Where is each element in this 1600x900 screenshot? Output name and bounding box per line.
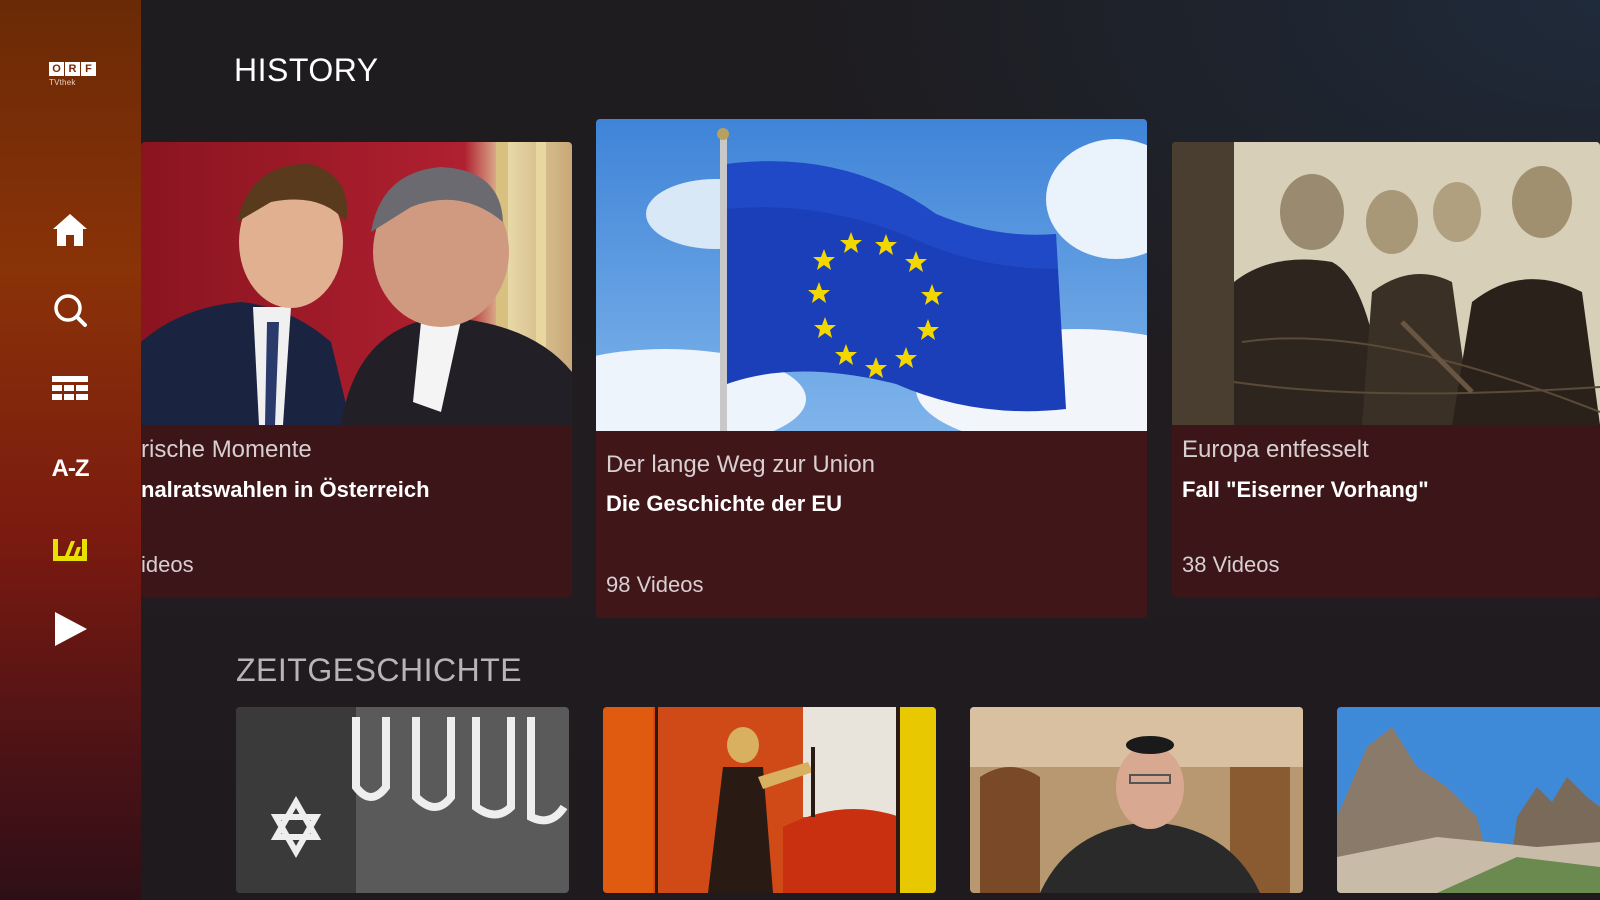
orf-logo[interactable]: O R F TVthek [49, 62, 97, 94]
elderly-man-photo [970, 707, 1303, 893]
card-vorhang-subtitle: Fall "Eiserner Vorhang" [1182, 477, 1429, 502]
graffiti-bw-photo [236, 707, 569, 893]
zeit-thumb-2[interactable] [603, 707, 936, 893]
card-wahlen-thumbnail [141, 142, 572, 425]
nav-play[interactable] [46, 605, 94, 653]
card-wahlen-count: ideos [141, 552, 194, 577]
nav-live[interactable] [46, 525, 94, 573]
az-label: A-Z [51, 455, 90, 482]
section-title-zeitgeschichte: ZEITGESCHICHTE [236, 652, 523, 688]
schedule-grid-icon [52, 376, 88, 400]
card-wahlen-subtitle: nalratswahlen in Österreich [141, 477, 430, 502]
nav-program[interactable] [46, 364, 94, 412]
card-wahlen[interactable]: rische Momente nalratswahlen in Österrei… [141, 142, 572, 598]
nav-search[interactable] [46, 286, 94, 334]
live-bars-icon [53, 539, 87, 561]
historic-crowd-photo [1172, 142, 1600, 425]
logo-letter-f: F [81, 62, 96, 76]
card-eiserner-vorhang[interactable]: Europa entfesselt Fall "Eiserner Vorhang… [1172, 142, 1600, 598]
card-vorhang-title: Europa entfesselt [1182, 436, 1369, 463]
card-vorhang-thumbnail [1172, 142, 1600, 425]
card-eu-thumbnail [596, 119, 1147, 449]
card-eu-subtitle: Die Geschichte der EU [606, 491, 842, 516]
card-eu-count: 98 Videos [606, 572, 704, 597]
card-wahlen-title: rische Momente [141, 436, 312, 463]
mountains-photo [1337, 707, 1600, 893]
home-icon [53, 214, 87, 246]
nav-az[interactable]: A-Z [46, 445, 94, 493]
card-eu-union[interactable]: Der lange Weg zur Union Die Geschichte d… [596, 119, 1147, 618]
logo-letter-o: O [49, 62, 64, 76]
nav-home[interactable] [46, 206, 94, 254]
zeit-thumb-4[interactable] [1337, 707, 1600, 893]
orf-logo-letters: O R F [49, 62, 97, 76]
zeit-thumb-3[interactable] [970, 707, 1303, 893]
poster-woman-flag [603, 707, 936, 893]
card-vorhang-count: 38 Videos [1182, 552, 1280, 577]
section-title-history: HISTORY [234, 52, 379, 88]
card-eu-title: Der lange Weg zur Union [606, 451, 876, 478]
zeit-thumb-1[interactable] [236, 707, 569, 893]
logo-subtitle: TVthek [49, 78, 76, 87]
play-icon [55, 612, 87, 646]
logo-letter-r: R [65, 62, 80, 76]
sidebar: O R F TVthek A-Z [0, 0, 141, 900]
politicians-photo [141, 142, 572, 425]
search-icon [54, 294, 87, 327]
eu-flag-photo [596, 119, 1147, 449]
